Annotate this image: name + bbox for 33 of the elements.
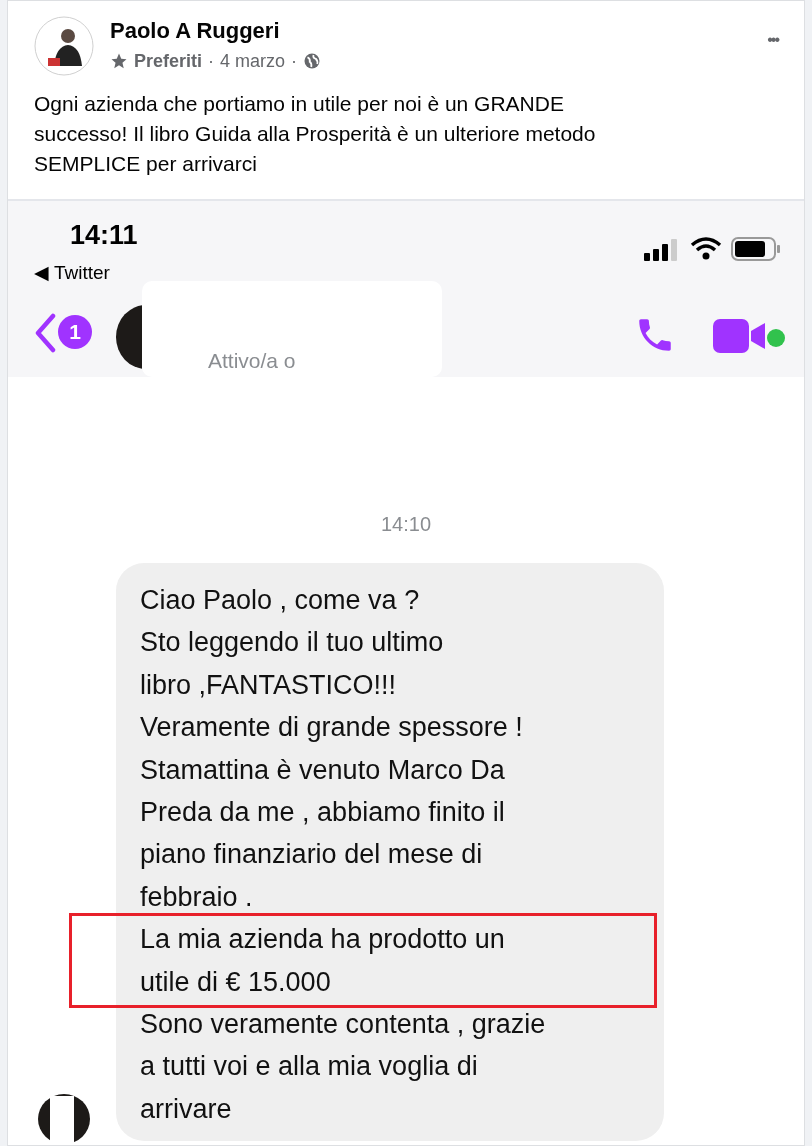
message-line: Sto leggendo il tuo ultimo [140, 626, 444, 660]
star-icon [110, 52, 128, 70]
post-date[interactable]: 4 marzo [220, 49, 286, 73]
message-line: febbraio . [140, 880, 253, 914]
wifi-icon [690, 236, 722, 260]
audience-label[interactable]: Preferiti [134, 49, 203, 73]
unread-badge: 1 [58, 315, 92, 349]
message-line: arrivare [140, 1092, 232, 1126]
message-line: Veramente di grande spessore ! [140, 711, 523, 745]
contact-status: Attivo/a o [208, 348, 296, 374]
globe-icon [303, 52, 322, 70]
more-button[interactable]: ••• [767, 28, 778, 52]
message-line: Sono veramente contenta , grazie [140, 1008, 546, 1042]
message-line: Ciao Paolo , come va ? [140, 584, 420, 617]
status-time: 14:11 [70, 219, 138, 252]
message-line: La mia azienda ha prodotto un [140, 923, 505, 957]
message-line: Preda da me , abbiamo finito il [140, 796, 505, 830]
separator: · [291, 50, 298, 73]
video-call-icon[interactable] [713, 319, 765, 353]
message-line: libro ,FANTASTICO!!! [140, 668, 397, 702]
message-line: Stamattina è venuto Marco Da [140, 753, 505, 787]
battery-icon [731, 237, 781, 261]
back-chevron-icon[interactable] [34, 313, 56, 353]
chat-timestamp: 14:10 [379, 512, 433, 537]
avatar[interactable] [34, 16, 94, 76]
message-line: a tutti voi e alla mia voglia di [140, 1050, 478, 1084]
sender-avatar [36, 1092, 92, 1142]
author-name[interactable]: Paolo A Ruggeri [110, 17, 280, 45]
message-line: utile di € 15.000 [140, 965, 331, 999]
message-line: piano finanziario del mese di [140, 838, 483, 872]
back-to-app[interactable]: ◀ Twitter [34, 259, 110, 288]
post-text: Ogni azienda che portiamo in utile per noi è un GRANDE successo! Il libro Guida alla Prosperità è un ulteriore metodo SEMPLICE per arrivarci [34, 91, 597, 177]
separator: · [208, 50, 215, 73]
